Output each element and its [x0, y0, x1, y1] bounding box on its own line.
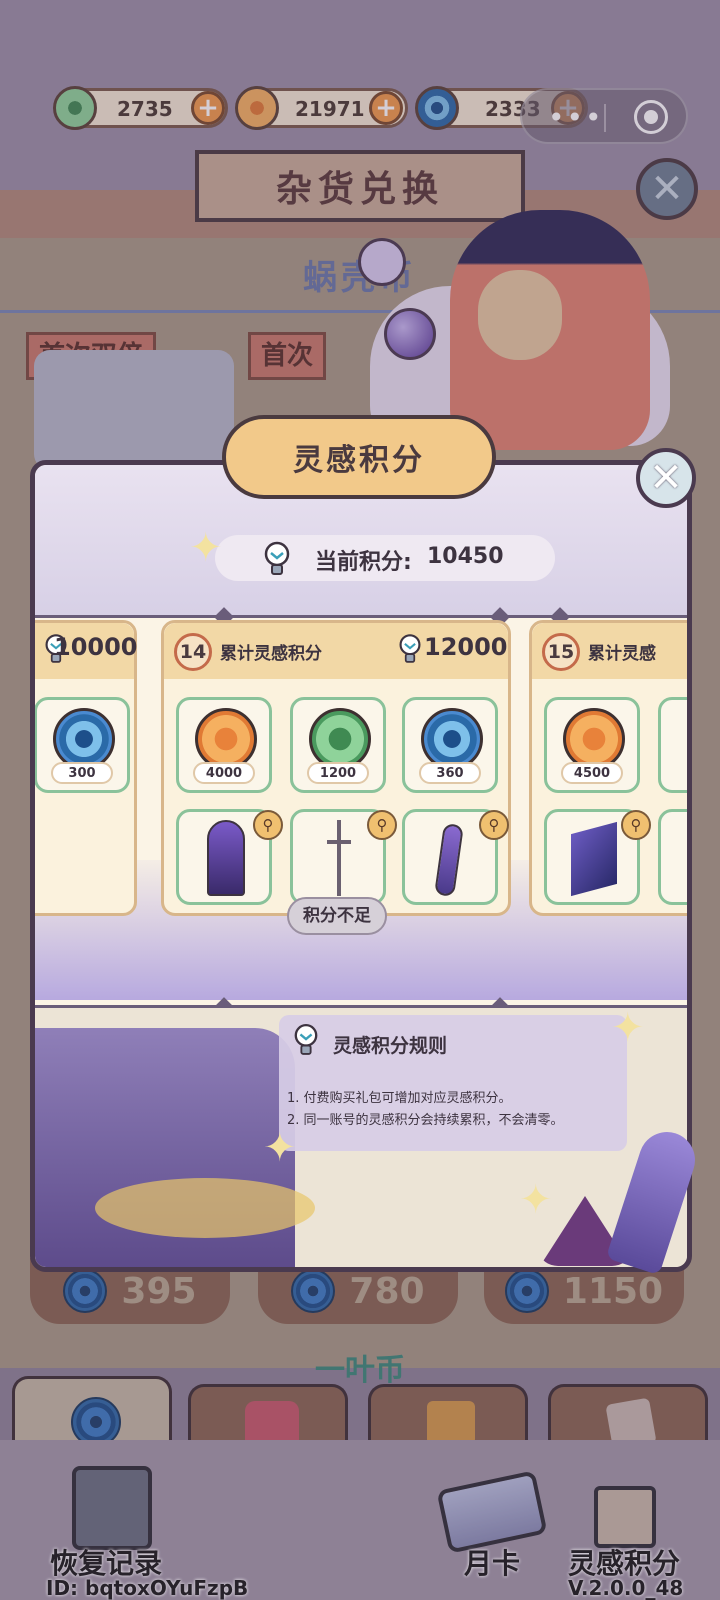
rules-line: 1. 付费购买礼包可增加对应灵感积分。 [287, 1091, 512, 1106]
tier-number: 14 [174, 633, 212, 671]
rules-panel: 灵感积分规则 1. 付费购买礼包可增加对应灵感积分。 2. 同一账号的灵感积分会… [279, 1015, 627, 1151]
swirl-coin-icon [421, 708, 483, 770]
room-rug [95, 1178, 315, 1238]
modal-title: 灵感积分 [222, 415, 496, 499]
reward-slot[interactable] [658, 697, 687, 793]
reward-slot[interactable]: 4000 [176, 697, 272, 793]
reward-quantity: 360 [419, 762, 481, 784]
reward-quantity: 1200 [307, 762, 369, 784]
shell-coin-icon [563, 708, 625, 770]
reward-quantity: 300 [51, 762, 113, 784]
reward-slot[interactable]: 300 [35, 697, 130, 793]
tier-number: 15 [542, 633, 580, 671]
stained-window-icon [207, 820, 245, 896]
inspiration-points-modal: 当前积分: 10450 ✦ 10000 300 14 累计灵感积分 12000 … [30, 460, 692, 1272]
swirl-coin-icon [53, 708, 115, 770]
reward-slot[interactable]: ⚲ [402, 809, 509, 905]
sparkle-icon: ✦ [519, 1177, 553, 1223]
rules-line: 2. 同一账号的灵感积分会持续累积，不会清零。 [287, 1113, 564, 1128]
tier-title: 累计灵感 [588, 644, 656, 664]
lightbulb-icon [294, 1023, 318, 1055]
clover-coin-icon [309, 708, 371, 770]
tier-top-rail [35, 615, 687, 618]
lightbulb-icon [264, 541, 290, 575]
close-modal-button[interactable]: ✕ [636, 448, 696, 508]
tier-required-points: 10000 [54, 633, 138, 661]
reward-slot[interactable] [658, 809, 687, 905]
tier-card: 15 累计灵感 4500 ⚲ [529, 620, 687, 916]
insufficient-points-badge: 积分不足 [287, 897, 387, 935]
reward-quantity: 4500 [561, 762, 623, 784]
current-points-value: 10450 [427, 544, 504, 569]
shell-coin-icon [195, 708, 257, 770]
rules-title: 灵感积分规则 [333, 1035, 448, 1057]
reward-slot[interactable]: 1200 [290, 697, 386, 793]
reward-slot[interactable]: ⚲ [290, 809, 397, 905]
tier-card: 10000 300 [35, 620, 138, 916]
sword-guard [327, 840, 351, 844]
current-points-pill: 当前积分: 10450 [215, 535, 555, 581]
sword-icon [337, 820, 341, 896]
banner-decor-icon [434, 822, 464, 898]
reward-slot[interactable]: ⚲ [544, 809, 651, 905]
reward-slot[interactable]: 360 [402, 697, 498, 793]
reward-quantity: 4000 [193, 762, 255, 784]
zoom-icon[interactable]: ⚲ [367, 810, 397, 840]
tier-required-points: 12000 [424, 633, 508, 661]
panel-decor-icon [571, 821, 617, 897]
tier-title: 累计灵感积分 [220, 644, 322, 664]
reward-slot[interactable]: ⚲ [176, 809, 283, 905]
sparkle-icon: ✦ [263, 1125, 297, 1171]
zoom-icon[interactable]: ⚲ [253, 810, 283, 840]
current-points-label: 当前积分: [315, 550, 412, 575]
zoom-icon[interactable]: ⚲ [479, 810, 509, 840]
lightbulb-icon [399, 634, 421, 663]
sparkle-icon: ✦ [189, 525, 223, 571]
reward-slot[interactable]: 4500 [544, 697, 640, 793]
tier-card: 14 累计灵感积分 12000 4000 1200 360 ⚲ ⚲ ⚲ [161, 620, 511, 916]
sparkle-icon: ✦ [611, 1005, 645, 1051]
zoom-icon[interactable]: ⚲ [621, 810, 651, 840]
